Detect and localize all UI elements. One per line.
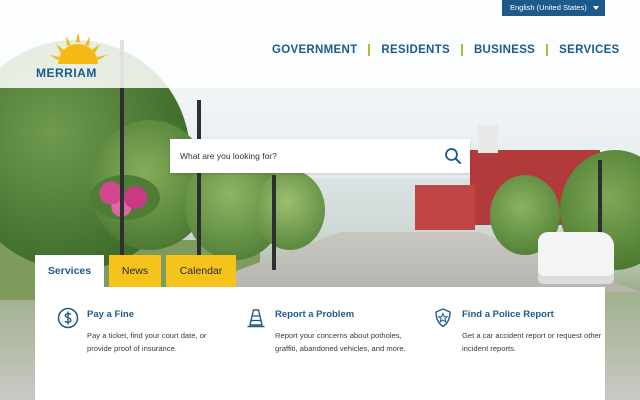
site-search xyxy=(170,139,470,173)
tab-services[interactable]: Services xyxy=(35,255,104,287)
service-card-title[interactable]: Find a Police Report xyxy=(462,309,554,320)
main-navigation: GOVERNMENT RESIDENTS BUSINESS SERVICES xyxy=(272,44,620,56)
search-input[interactable] xyxy=(170,139,430,173)
traffic-cone-icon xyxy=(247,309,265,328)
service-card-title[interactable]: Pay a Fine xyxy=(87,309,134,320)
nav-item-government[interactable]: GOVERNMENT xyxy=(272,44,357,56)
services-panel: Pay a Fine Pay a ticket, find your court… xyxy=(35,287,605,400)
service-card-description: Report your concerns about potholes, gra… xyxy=(275,331,406,353)
nav-divider xyxy=(460,44,463,56)
nav-divider xyxy=(368,44,371,56)
service-card-description: Get a car accident report or request oth… xyxy=(462,331,602,353)
language-selector[interactable]: English (United States) xyxy=(502,0,605,16)
logo-wordmark: MERRIAM xyxy=(36,66,97,80)
service-card-title[interactable]: Report a Problem xyxy=(275,309,354,320)
dollar-circle-icon xyxy=(57,307,79,329)
language-selector-label: English (United States) xyxy=(510,3,587,12)
caret-down-icon xyxy=(593,6,599,10)
nav-item-residents[interactable]: RESIDENTS xyxy=(381,44,450,56)
tab-news[interactable]: News xyxy=(109,255,161,287)
sun-logo-icon xyxy=(49,32,107,64)
service-card-description: Pay a ticket, find your court date, or p… xyxy=(87,331,207,353)
site-logo[interactable]: MERRIAM xyxy=(36,30,120,80)
nav-divider xyxy=(546,44,549,56)
police-badge-icon xyxy=(435,308,451,328)
nav-item-business[interactable]: BUSINESS xyxy=(474,44,535,56)
site-header: English (United States) MERRIAM GOVERNME… xyxy=(0,0,640,88)
search-icon xyxy=(445,148,461,164)
tab-calendar[interactable]: Calendar xyxy=(166,255,236,287)
search-button[interactable] xyxy=(444,147,462,165)
nav-item-services[interactable]: SERVICES xyxy=(559,44,619,56)
